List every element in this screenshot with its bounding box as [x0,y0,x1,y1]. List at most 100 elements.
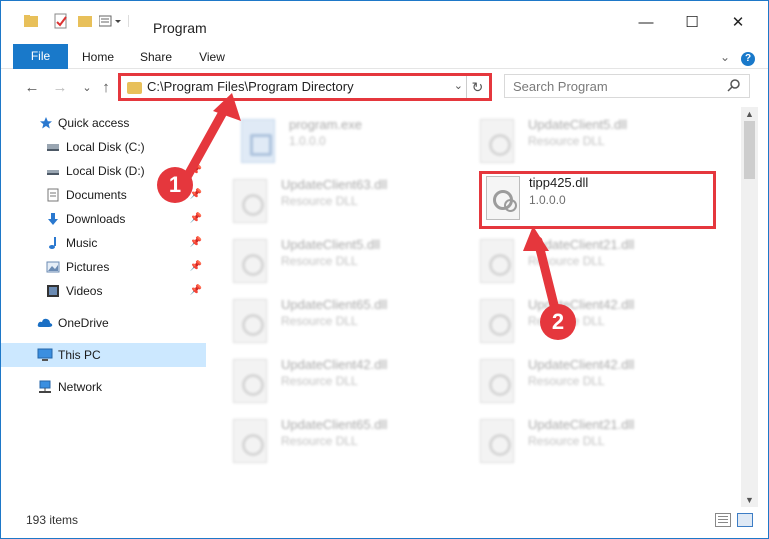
sidebar-item-local-disk-c[interactable]: Local Disk (C:) [1,135,206,159]
sidebar-item-label: Videos [66,284,103,298]
properties-icon[interactable] [53,13,69,29]
file-description: Resource DLL [528,254,605,268]
sidebar-item-label: Documents [66,188,127,202]
expand-ribbon-icon[interactable]: ⌄ [717,45,733,69]
sidebar-item-downloads[interactable]: Downloads 📌 [1,207,206,231]
address-dropdown-icon[interactable]: ⌄ [454,79,463,92]
back-button[interactable]: ← [22,77,42,97]
tab-home[interactable]: Home [77,45,119,69]
file-name: UpdateClient65.dll [281,417,388,432]
file-tile[interactable]: UpdateClient21.dll Resource DLL [458,409,698,465]
maximize-button[interactable]: ☐ [669,7,715,37]
navigation-row: ← → ⌄ ↑ C:\Program Files\Program Directo… [1,69,768,107]
scroll-thumb[interactable] [744,121,755,179]
dll-file-icon [233,179,267,223]
sidebar-item-network[interactable]: Network [1,375,206,399]
downloads-icon [46,212,60,226]
tab-view[interactable]: View [193,45,231,69]
file-tile[interactable]: UpdateClient5.dll Resource DLL [458,109,698,165]
file-name: program.exe [289,117,362,132]
sidebar-item-quick-access[interactable]: Quick access [1,111,206,135]
scroll-down-icon[interactable]: ▼ [745,495,754,505]
file-tile[interactable]: UpdateClient21.dll Resource DLL [458,229,698,285]
dll-file-icon [480,119,514,163]
file-tile-tipp425[interactable]: tipp425.dll 1.0.0.0 [479,171,716,229]
sidebar-item-pictures[interactable]: Pictures 📌 [1,255,206,279]
item-count: 193 items [26,513,79,527]
vertical-scrollbar[interactable]: ▲ ▼ [741,107,758,507]
dll-file-icon [233,239,267,283]
dll-file-icon [233,299,267,343]
address-bar[interactable]: C:\Program Files\Program Directory ⌄ ↻ [118,73,492,101]
up-button[interactable]: ↑ [96,77,116,97]
file-tile[interactable]: UpdateClient42.dll Resource DLL [458,349,698,405]
file-description: 1.0.0.0 [289,134,326,148]
folder-icon [23,13,39,29]
network-icon [37,380,51,394]
dll-file-icon [233,359,267,403]
details-view-button[interactable] [715,513,731,527]
sidebar-item-label: Local Disk (D:) [66,164,145,178]
file-tile[interactable]: UpdateClient65.dll Resource DLL [211,289,451,345]
dll-file-icon [480,359,514,403]
sidebar-item-label: Downloads [66,212,126,226]
search-icon[interactable] [727,78,741,95]
sidebar-item-this-pc[interactable]: This PC [1,343,206,367]
file-tile[interactable]: UpdateClient42.dll Resource DLL [211,349,451,405]
forward-button[interactable]: → [50,77,70,97]
address-path[interactable]: C:\Program Files\Program Directory [147,79,354,94]
file-description: Resource DLL [528,134,605,148]
tab-share[interactable]: Share [135,45,177,69]
pin-icon[interactable]: 📌 [190,165,202,176]
close-button[interactable]: ✕ [715,7,761,37]
sidebar-item-label: Music [66,236,98,250]
file-tile[interactable]: UpdateClient63.dll Resource DLL [211,169,451,225]
file-description: Resource DLL [528,374,605,388]
dll-file-icon [480,299,514,343]
file-tile[interactable]: program.exe 1.0.0.0 [219,109,459,165]
dll-file-icon [480,419,514,463]
file-name: UpdateClient42.dll [528,357,635,372]
search-input[interactable] [513,79,713,94]
sidebar-item-label: OneDrive [58,316,109,330]
documents-icon [46,188,60,202]
drive-icon [46,140,60,154]
minimize-button[interactable]: — [623,7,669,37]
file-description: Resource DLL [281,314,358,328]
dll-file-icon [233,419,267,463]
search-box[interactable] [504,74,750,98]
sidebar-item-music[interactable]: Music 📌 [1,231,206,255]
recent-locations-button[interactable]: ⌄ [77,77,97,97]
customize-toolbar-icon[interactable] [98,13,130,29]
file-tile[interactable]: UpdateClient42.dll Resource DLL [458,289,698,345]
program-icon [241,119,275,163]
tab-file[interactable]: File [13,44,68,69]
scroll-up-icon[interactable]: ▲ [745,109,754,119]
callout-one: 1 [157,167,193,203]
sidebar-item-videos[interactable]: Videos 📌 [1,279,206,303]
cloud-icon [37,316,53,330]
sidebar-item-onedrive[interactable]: OneDrive [1,311,206,335]
large-icons-view-button[interactable] [737,513,753,527]
help-icon[interactable]: ? [739,45,757,69]
pin-icon[interactable]: 📌 [190,213,202,224]
refresh-button[interactable]: ↻ [466,76,488,98]
file-description: Resource DLL [281,434,358,448]
sidebar-item-label: Quick access [58,116,130,130]
sidebar-item-label: Network [58,380,103,394]
file-list: program.exe 1.0.0.0 UpdateClient63.dll R… [211,107,741,507]
file-tile[interactable]: UpdateClient5.dll Resource DLL [211,229,451,285]
title-bar: Program — ☐ ✕ [1,1,768,41]
file-name: UpdateClient63.dll [281,177,388,192]
folder-icon [127,82,142,94]
pin-icon[interactable]: 📌 [190,285,202,296]
file-name: UpdateClient21.dll [528,417,635,432]
file-tile[interactable]: UpdateClient65.dll Resource DLL [211,409,451,465]
sidebar-item-label: Local Disk (C:) [66,140,145,154]
file-name: UpdateClient21.dll [528,237,635,252]
star-icon [39,116,53,130]
pin-icon[interactable]: 📌 [190,237,202,248]
new-folder-icon[interactable] [77,13,93,29]
music-icon [46,236,60,250]
pin-icon[interactable]: 📌 [190,261,202,272]
